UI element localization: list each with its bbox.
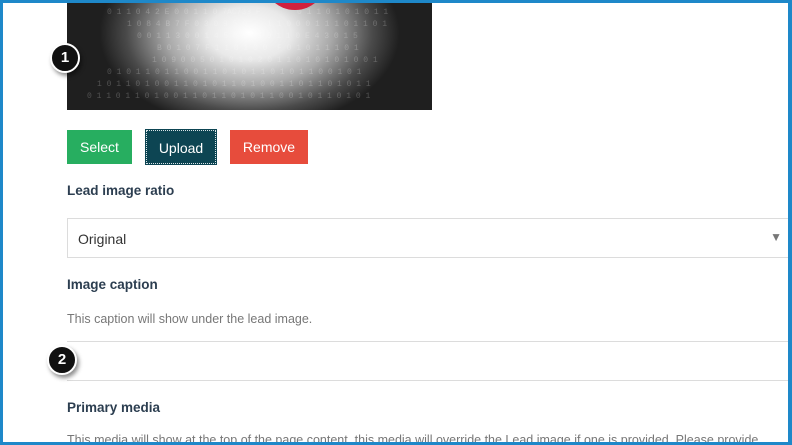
svg-text:1 1 0 0 0 1 1 1 0 1 1 0 1: 1 1 0 0 0 1 1 1 0 1 1 0 1: [267, 20, 387, 29]
svg-text:5 0 1 1 0 E 4 3 0 1 5: 5 0 1 1 0 E 4 3 0 1 5: [257, 32, 358, 41]
binary-code-texture: 0 1 1 0 4 2 E 0 0 1 1 0 7 C 3 A 7 3 F 0 …: [87, 8, 388, 101]
lead-image-preview: 0 1 1 0 4 2 E 0 0 1 1 0 7 C 3 A 7 3 F 0 …: [67, 3, 432, 110]
lead-image-ratio-select[interactable]: Original ▼: [67, 218, 788, 258]
screenshot-frame: 0 1 1 0 4 2 E 0 0 1 1 0 7 C 3 A 7 3 F 0 …: [0, 0, 792, 445]
lead-image-ratio-value: Original: [78, 231, 127, 247]
svg-text:0 1 1 0 4 2 E 0 0 1 1 0 7 C: 0 1 1 0 4 2 E 0 0 1 1 0 7 C 3: [107, 8, 246, 17]
svg-text:0 1 0 1 1 0 1 1 0 0 1 1 0 1 0: 0 1 0 1 1 0 1 1 0 0 1 1 0 1 0 1 1 0 1 0 …: [107, 68, 362, 77]
image-caption-label: Image caption: [67, 277, 158, 292]
svg-text:1 0 9 0 0 5 0 1 0 1 0 2 0 1 1: 1 0 9 0 0 5 0 1 0 1 0 2 0 1 1 0 1 0 1 0 …: [152, 56, 378, 65]
svg-text:0 1 1 0 1 1 0 1 0 0 1 1 0 1 1: 0 1 1 0 1 1 0 1 0 0 1 1 0 1 1 0 1 0 1 1 …: [87, 92, 370, 101]
svg-text:0 1 1 0 1 0 1 0 1 1: 0 1 1 0 1 0 1 0 1 1: [297, 8, 388, 17]
svg-text:A 7 3 F: A 7 3 F: [227, 8, 261, 17]
svg-text:1 0 8 4 B 7 F 0 3 0 9 5 0: 1 0 8 4 B 7 F 0 3 0 9 5 0: [127, 20, 247, 29]
primary-media-help-text: This media will show at the top of the p…: [67, 433, 759, 445]
upload-image-button[interactable]: Upload: [145, 129, 217, 165]
remove-image-button[interactable]: Remove: [230, 130, 308, 164]
caret-down-icon: ▼: [770, 230, 782, 244]
image-caption-help-text: This caption will show under the lead im…: [67, 312, 313, 326]
image-caption-input[interactable]: [67, 341, 788, 381]
primary-media-label: Primary media: [67, 400, 161, 415]
select-image-button[interactable]: Select: [67, 130, 132, 164]
svg-text:0 0 1 1 3 0 0 1 4 5 0 9: 0 0 1 1 3 0 0 1 4 5 0 9: [137, 32, 248, 41]
svg-text:1 0 1 1 0 1 0 0 1 1 0 1 0 1 1: 1 0 1 1 0 1 0 0 1 1 0 1 0 1 1 0 1 0 0 1 …: [97, 80, 371, 89]
step-marker-2: 2: [47, 345, 77, 375]
step-marker-1: 1: [50, 43, 80, 73]
svg-text:B 0 1 0 7 F 1 1 0 1 0 0: B 0 1 0 7 F 1 1 0 1 0 0: [157, 44, 268, 53]
svg-text:F 0 1 0 1 1 1 0 1: F 0 1 0 1 1 1 0 1: [277, 44, 359, 53]
lead-image-ratio-label: Lead image ratio: [67, 183, 175, 198]
